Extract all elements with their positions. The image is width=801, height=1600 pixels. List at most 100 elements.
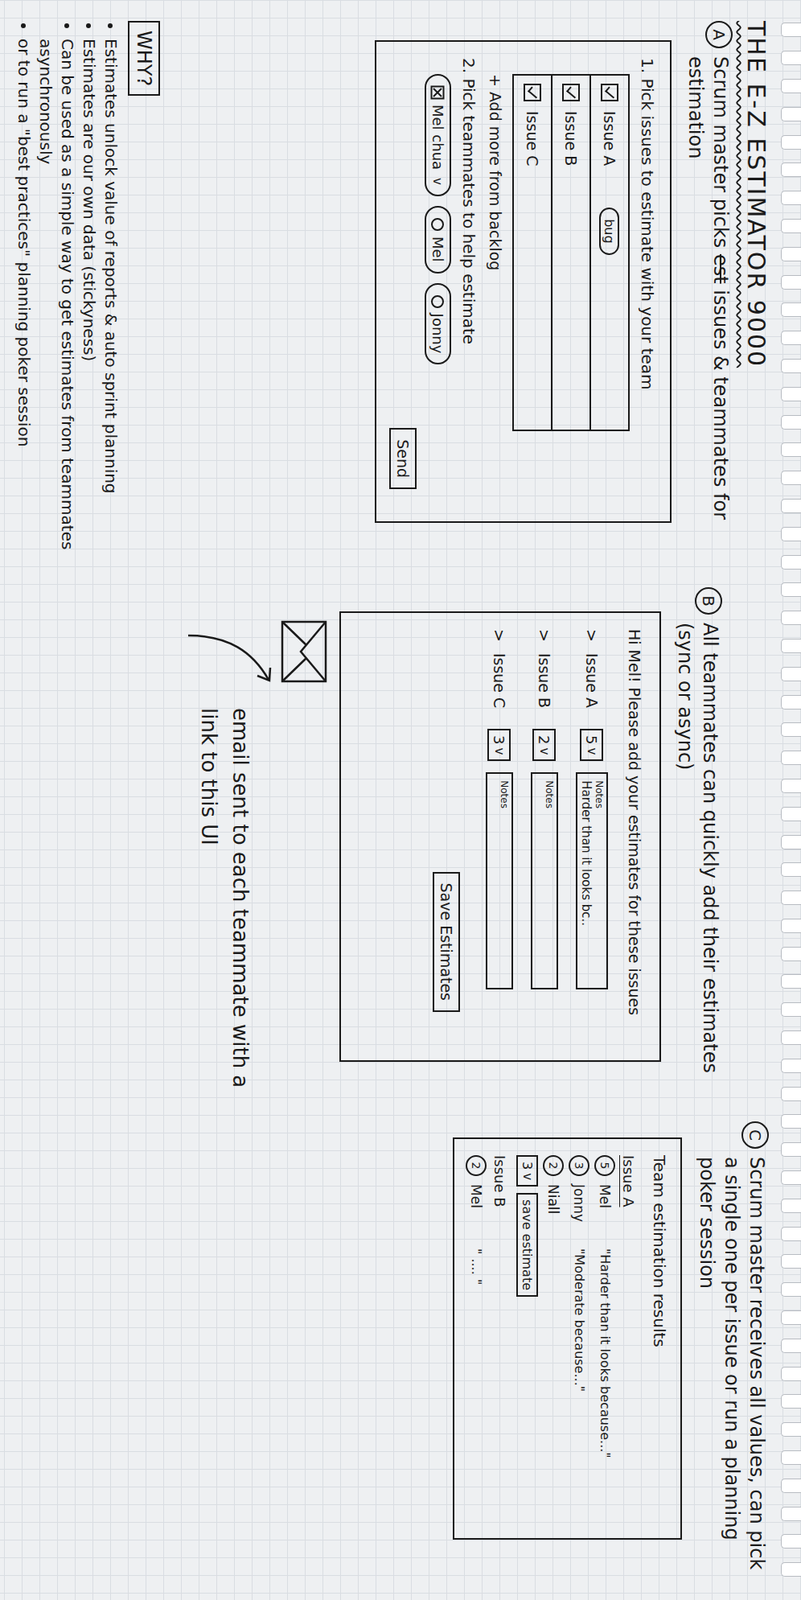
email-note: email sent to each teammate with a link …	[180, 619, 329, 1102]
perforation-hole	[780, 1170, 801, 1185]
perforation-hole	[780, 414, 801, 430]
perforation-hole	[780, 330, 801, 346]
notes-label: Notes	[543, 780, 555, 982]
notes-field[interactable]: Notes	[530, 772, 559, 990]
checkbox[interactable]	[600, 83, 619, 102]
title: THE E-Z ESTIMATOR 9000	[742, 20, 771, 568]
perforation-hole	[780, 1561, 801, 1577]
expand-marker[interactable]: >	[583, 628, 601, 642]
teammate-name: Mel	[429, 236, 447, 263]
perforation-hole	[780, 1198, 801, 1213]
perforation-hole	[780, 1393, 801, 1409]
vote-row: 2Mel" .... "	[465, 1154, 487, 1522]
perforation-hole	[780, 442, 801, 457]
perforation-hole	[780, 750, 801, 765]
issue-label: Issue B	[491, 1154, 509, 1522]
estimate-select[interactable]: 5v	[579, 728, 604, 761]
email-text: email sent to each teammate with a link …	[193, 707, 256, 1102]
dropdown-caret: v	[520, 1172, 535, 1180]
send-button[interactable]: Send	[389, 427, 417, 489]
perforation-strip	[776, 0, 801, 1600]
perforation-hole	[780, 1141, 801, 1157]
issue-label: Issue B	[535, 653, 554, 718]
issue-label: Issue A	[620, 1154, 637, 1522]
perforation-hole	[780, 135, 801, 150]
perforation-hole	[780, 1366, 801, 1381]
issue-row[interactable]: Issue Abug	[589, 75, 629, 430]
perforation-hole	[780, 582, 801, 597]
perforation-hole	[780, 722, 801, 737]
add-more-link[interactable]: + Add more from backlog	[486, 73, 505, 506]
estimate-row: > Issue B 2v Notes	[530, 628, 559, 1044]
estimate-row: >Issue C3vNotes	[485, 628, 514, 1044]
issue-row[interactable]: Issue B	[550, 75, 590, 430]
issue-label: Issue C	[523, 110, 542, 166]
caption-text: Scrum master picks est issues & teammate…	[682, 56, 733, 568]
perforation-hole	[780, 610, 801, 625]
perforation-hole	[780, 1338, 801, 1353]
notes-field[interactable]: NotesHarder than it looks bc..	[575, 772, 608, 990]
notes-field[interactable]: Notes	[485, 772, 514, 990]
perforation-hole	[780, 106, 801, 122]
checked-box-icon	[430, 85, 445, 100]
teammate-chip[interactable]: Jonny	[424, 283, 452, 366]
notebook-sheet: THE E-Z ESTIMATOR 9000 AScrum master pick…	[0, 0, 801, 1600]
vote-value: 3	[568, 1154, 590, 1176]
teammate-chip[interactable]: Mel	[424, 205, 452, 274]
save-row: Save Estimates	[432, 628, 461, 1044]
voter-name: Mel	[468, 1183, 485, 1241]
perforation-hole	[780, 1281, 801, 1297]
teammate-chip[interactable]: Mel chuav	[424, 73, 452, 197]
estimate-select[interactable]: 3v	[487, 728, 511, 761]
perforation-hole	[780, 162, 801, 177]
step-caption: CScrum master receives all values, can p…	[693, 1121, 769, 1576]
save-estimate-button[interactable]: save estimate	[516, 1192, 539, 1297]
estimate-select[interactable]: 2v	[532, 728, 556, 761]
dropdown-caret: v	[584, 747, 600, 755]
perforation-hole	[780, 302, 801, 317]
expand-marker[interactable]: >	[535, 628, 554, 642]
step-b: BAll teammates can quickly add their est…	[12, 587, 774, 1102]
perforation-hole	[780, 1002, 801, 1017]
why-bullet: Estimates are our own data (stickyness)	[78, 38, 100, 568]
email-graphic	[180, 619, 329, 692]
perforation-hole	[780, 1450, 801, 1465]
perforation-hole	[780, 78, 801, 94]
why-bullet: or to run a "best practices" planning po…	[12, 38, 35, 568]
checkbox[interactable]	[562, 83, 580, 102]
perforation-hole	[780, 918, 801, 933]
dropdown-caret: v	[492, 747, 507, 755]
storyboard: THE E-Z ESTIMATOR 9000 AScrum master pick…	[0, 0, 777, 1600]
perforation-hole	[780, 862, 801, 877]
save-estimates-button[interactable]: Save Estimates	[432, 871, 461, 1013]
perforation-hole	[780, 638, 801, 654]
perforation-hole	[780, 470, 801, 485]
results-panel: Team estimation resultsIssue A5Mel"Harde…	[452, 1137, 682, 1540]
vote-value: 2	[465, 1154, 487, 1176]
perforation-hole	[780, 386, 801, 402]
pick-row: 3v save estimate	[516, 1154, 539, 1522]
why-bullet: Estimates unlock value of reports & auto…	[99, 38, 122, 568]
perforation-hole	[780, 1058, 801, 1073]
perforation-hole	[780, 190, 801, 206]
pick-form: 1. Pick issues to estimate with your tea…	[374, 40, 672, 523]
teammates-heading: 2. Pick teammates to help estimate	[459, 57, 479, 506]
issue-row[interactable]: Issue C	[513, 75, 551, 430]
perforation-hole	[780, 890, 801, 905]
expand-marker[interactable]: >	[490, 628, 509, 642]
teammate-name: Mel chua	[429, 104, 447, 170]
perforation-hole	[780, 1113, 801, 1129]
step-caption: AScrum master picks est issues & teammat…	[682, 20, 733, 568]
perforation-hole	[780, 666, 801, 682]
estimate-form: Hi Mel! Please add your estimates for th…	[339, 611, 662, 1062]
result-issue: Issue B2Mel" .... "	[465, 1154, 509, 1522]
estimate-row: >Issue A5vNotesHarder than it looks bc..	[575, 628, 608, 1044]
vote-comment: "Harder than it looks because..."	[597, 1248, 613, 1459]
perforation-hole	[780, 275, 801, 290]
perforation-hole	[780, 526, 801, 542]
perforation-hole	[780, 1533, 801, 1549]
perforation-hole	[780, 694, 801, 710]
perforation-hole	[780, 554, 801, 570]
final-estimate-select[interactable]: 3v	[516, 1154, 539, 1187]
checkbox[interactable]	[523, 83, 542, 102]
